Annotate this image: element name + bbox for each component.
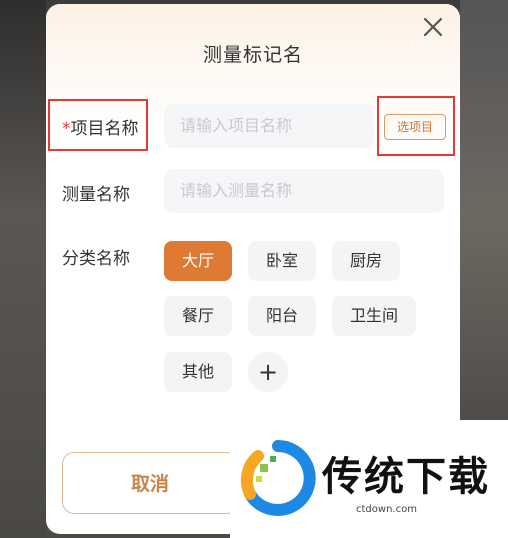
watermark-url: ctdown.com xyxy=(356,504,417,515)
watermark-logo-area: 传统下载 ctdown.com xyxy=(230,420,508,538)
category-chip-dining[interactable]: 餐厅 xyxy=(164,296,232,336)
category-chip-hall[interactable]: 大厅 xyxy=(164,241,232,281)
plus-icon[interactable]: + xyxy=(248,352,288,392)
highlight-box-select-project xyxy=(377,96,455,156)
watermark-title: 传统下载 xyxy=(322,454,490,500)
category-chip-balcony[interactable]: 阳台 xyxy=(248,296,316,336)
close-icon[interactable] xyxy=(420,14,446,40)
category-chip-kitchen[interactable]: 厨房 xyxy=(332,241,400,281)
ctdown-logo-icon xyxy=(240,440,316,516)
highlight-box-project-label xyxy=(48,99,148,151)
dialog-title: 测量标记名 xyxy=(202,44,303,66)
project-name-input[interactable]: 请输入项目名称 xyxy=(164,104,374,148)
category-chip-bedroom[interactable]: 卧室 xyxy=(248,241,316,281)
category-name-label: 分类名称 xyxy=(62,249,130,269)
background-left-strip xyxy=(0,0,46,538)
category-chip-other[interactable]: 其他 xyxy=(164,352,232,392)
cancel-button[interactable]: 取消 xyxy=(62,452,238,514)
measure-name-label: 测量名称 xyxy=(62,185,130,205)
category-chip-bathroom[interactable]: 卫生间 xyxy=(332,296,416,336)
measure-name-input[interactable]: 请输入测量名称 xyxy=(164,169,444,213)
